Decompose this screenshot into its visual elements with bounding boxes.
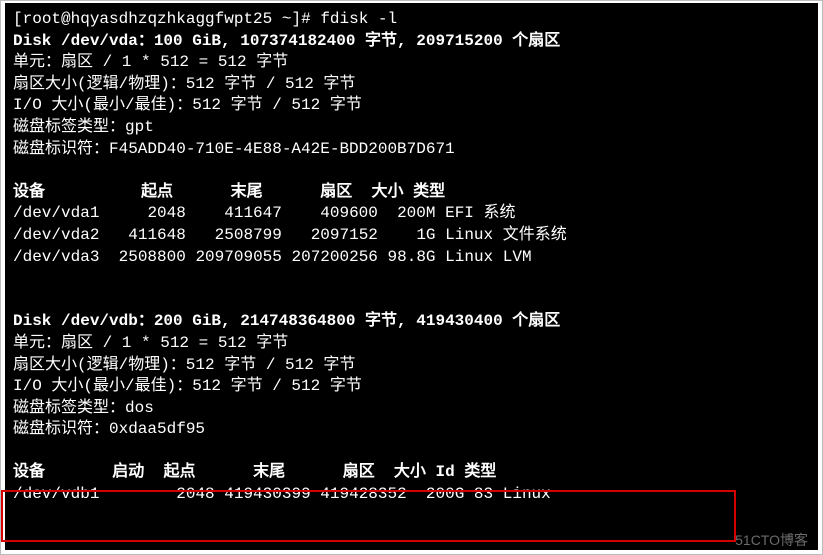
disk2-col-type: 类型 xyxy=(464,463,496,481)
table-row: /dev/vda3 2508800 209709055 207200256 98… xyxy=(13,248,532,266)
prompt-host: hqyasdhzqzhkaggfwpt25 xyxy=(71,10,273,28)
disk2-col-device: 设备 xyxy=(13,463,45,481)
disk2-col-boot: 启动 xyxy=(112,463,144,481)
disk2-sector: 扇区大小(逻辑/物理)：512 字节 / 512 字节 xyxy=(13,356,355,374)
disk2-col-sectors: 扇区 xyxy=(343,463,375,481)
table-row: /dev/vda2 411648 2508799 2097152 1G Linu… xyxy=(13,226,567,244)
disk1-col-size: 大小 xyxy=(372,183,404,201)
prompt-dir: ~ xyxy=(282,10,292,28)
disk1-ident: 磁盘标识符：F45ADD40-710E-4E88-A42E-BDD200B7D6… xyxy=(13,140,455,158)
disk1-label: 磁盘标签类型：gpt xyxy=(13,118,154,136)
disk1-col-start: 起点 xyxy=(141,183,173,201)
disk2-col-start: 起点 xyxy=(163,463,195,481)
disk2-label: 磁盘标签类型：dos xyxy=(13,399,154,417)
disk2-col-id: Id xyxy=(436,463,455,481)
disk2-io: I/O 大小(最小/最佳)：512 字节 / 512 字节 xyxy=(13,377,362,395)
disk1-col-end: 末尾 xyxy=(231,183,263,201)
watermark-text: 51CTO博客 xyxy=(735,530,808,550)
disk1-units: 单元：扇区 / 1 * 512 = 512 字节 xyxy=(13,53,288,71)
disk1-sector: 扇区大小(逻辑/物理)：512 字节 / 512 字节 xyxy=(13,75,355,93)
table-row: /dev/vda1 2048 411647 409600 200M EFI 系统 xyxy=(13,204,516,222)
disk1-col-device: 设备 xyxy=(13,183,45,201)
disk1-io: I/O 大小(最小/最佳)：512 字节 / 512 字节 xyxy=(13,96,362,114)
table-row: /dev/vdb1 2048 419430399 419428352 200G … xyxy=(13,485,551,503)
disk2-col-end: 末尾 xyxy=(253,463,285,481)
screenshot-frame: [root@hqyasdhzqzhkaggfwpt25 ~]# fdisk -l… xyxy=(0,0,823,555)
disk2-ident: 磁盘标识符：0xdaa5df95 xyxy=(13,420,205,438)
prompt-user: root xyxy=(23,10,61,28)
disk2-col-size: 大小 xyxy=(394,463,426,481)
disk1-header: Disk /dev/vda：100 GiB, 107374182400 字节, … xyxy=(13,32,560,50)
terminal-output: [root@hqyasdhzqzhkaggfwpt25 ~]# fdisk -l… xyxy=(5,3,818,550)
disk2-header: Disk /dev/vdb：200 GiB, 214748364800 字节, … xyxy=(13,312,560,330)
prompt-symbol: # xyxy=(301,10,311,28)
disk2-units: 单元：扇区 / 1 * 512 = 512 字节 xyxy=(13,334,288,352)
disk1-col-type: 类型 xyxy=(413,183,445,201)
disk1-col-sectors: 扇区 xyxy=(320,183,352,201)
prompt-cmd: fdisk -l xyxy=(320,10,397,28)
